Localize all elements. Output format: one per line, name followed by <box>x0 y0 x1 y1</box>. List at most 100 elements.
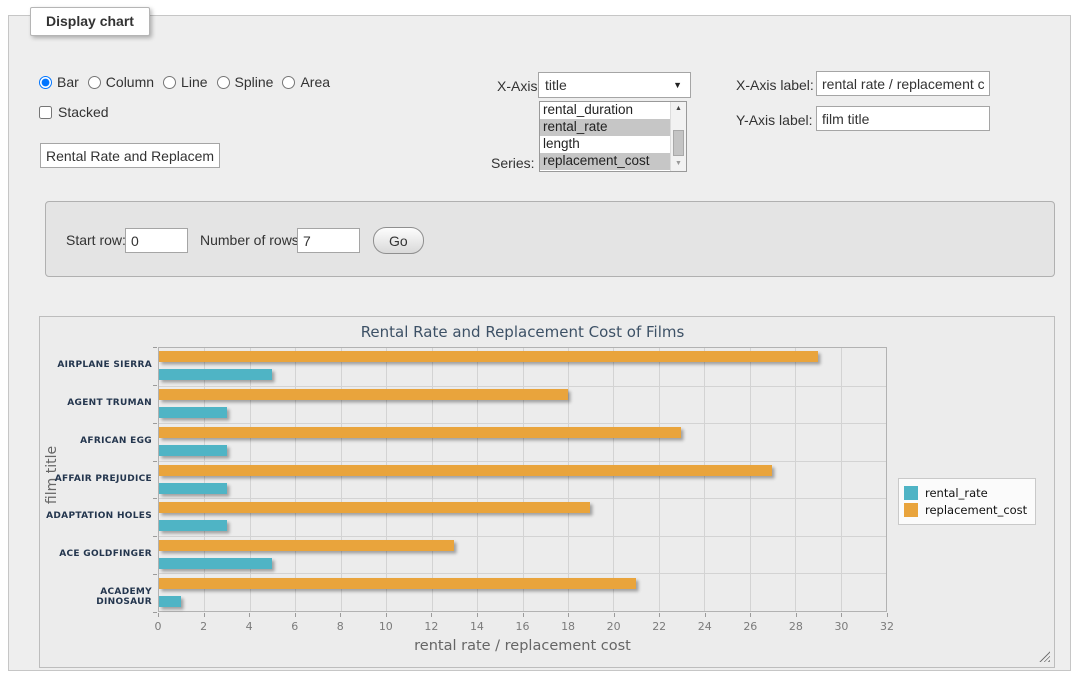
x-tick-label: 26 <box>743 620 757 633</box>
bar-rental_rate <box>159 369 272 380</box>
chart-title-input[interactable] <box>40 143 220 168</box>
series-multiselect[interactable]: rental_durationrental_ratelengthreplacem… <box>539 101 687 172</box>
radio-line[interactable] <box>163 76 176 89</box>
legend-label: rental_rate <box>925 486 988 500</box>
x-axis-select[interactable]: title ▼ <box>538 72 691 98</box>
x-tick-mark <box>158 613 159 617</box>
gridline-v <box>432 348 433 611</box>
x-tick-label: 6 <box>291 620 298 633</box>
gridline-h <box>159 386 886 387</box>
y-tick-mark <box>153 574 157 575</box>
chart-type-option-area[interactable]: Area <box>282 74 330 90</box>
bar-replacement_cost <box>159 389 568 400</box>
chart-legend: rental_rate replacement_cost <box>898 478 1036 525</box>
series-scrollbar[interactable]: ▲ ▼ <box>670 102 686 171</box>
y-tick-mark <box>153 385 157 386</box>
num-rows-input[interactable] <box>297 228 360 253</box>
legend-label: replacement_cost <box>925 503 1027 517</box>
y-tick-mark <box>153 423 157 424</box>
gridline-v <box>750 348 751 611</box>
y-tick-mark <box>153 461 157 462</box>
x-tick-mark <box>750 613 751 617</box>
gridline-v <box>341 348 342 611</box>
x-tick-mark <box>568 613 569 617</box>
go-button[interactable]: Go <box>373 227 424 254</box>
series-option-rental_rate[interactable]: rental_rate <box>540 119 670 136</box>
x-tick-mark <box>204 613 205 617</box>
num-rows-label: Number of rows: <box>200 232 303 248</box>
series-option-length[interactable]: length <box>540 136 670 153</box>
x-tick-mark <box>249 613 250 617</box>
x-tick-label: 4 <box>246 620 253 633</box>
category-label: ADAPTATION HOLES <box>42 511 152 521</box>
radio-label: Area <box>300 74 330 90</box>
x-tick-label: 0 <box>155 620 162 633</box>
y-tick-mark <box>153 612 157 613</box>
y-axis-label-input[interactable] <box>816 106 990 131</box>
x-tick-label: 22 <box>652 620 666 633</box>
bar-replacement_cost <box>159 502 590 513</box>
x-axis-title: rental rate / replacement cost <box>158 638 887 654</box>
x-tick-label: 28 <box>789 620 803 633</box>
display-chart-fieldset: BarColumnLineSplineArea Stacked X-Axis: … <box>8 15 1071 671</box>
chart-type-option-column[interactable]: Column <box>88 74 154 90</box>
category-label: ACE GOLDFINGER <box>42 549 152 559</box>
gridline-h <box>159 536 886 537</box>
bar-rental_rate <box>159 596 181 607</box>
x-tick-label: 16 <box>516 620 530 633</box>
legend-swatch <box>904 486 918 500</box>
x-tick-label: 20 <box>607 620 621 633</box>
x-tick-label: 12 <box>424 620 438 633</box>
start-row-input[interactable] <box>125 228 188 253</box>
chevron-down-icon: ▼ <box>673 80 682 90</box>
chart-type-option-line[interactable]: Line <box>163 74 207 90</box>
category-label: AIRPLANE SIERRA <box>42 360 152 370</box>
stacked-checkbox[interactable] <box>39 106 52 119</box>
x-tick-label: 30 <box>834 620 848 633</box>
chart-type-radio-group: Bar Column Line Spline Area <box>39 74 339 90</box>
x-tick-mark <box>887 613 888 617</box>
y-tick-mark <box>153 347 157 348</box>
gridline-h <box>159 461 886 462</box>
radio-label: Spline <box>235 74 274 90</box>
category-label: AFFAIR PREJUDICE <box>42 474 152 484</box>
category-label: AGENT TRUMAN <box>42 398 152 408</box>
series-option-replacement_cost[interactable]: replacement_cost <box>540 153 670 170</box>
legend-swatch <box>904 503 918 517</box>
x-tick-mark <box>705 613 706 617</box>
radio-bar[interactable] <box>39 76 52 89</box>
radio-label: Bar <box>57 74 79 90</box>
radio-label: Line <box>181 74 207 90</box>
bar-replacement_cost <box>159 351 818 362</box>
x-tick-label: 24 <box>698 620 712 633</box>
chart-type-option-spline[interactable]: Spline <box>217 74 274 90</box>
x-tick-mark <box>796 613 797 617</box>
radio-column[interactable] <box>88 76 101 89</box>
y-axis-label-label: Y-Axis label: <box>736 112 813 128</box>
gridline-h <box>159 423 886 424</box>
chart-type-option-bar[interactable]: Bar <box>39 74 79 90</box>
resize-handle-icon[interactable] <box>1039 651 1050 662</box>
bar-replacement_cost <box>159 465 772 476</box>
gridline-v <box>795 348 796 611</box>
x-tick-label: 14 <box>470 620 484 633</box>
bar-rental_rate <box>159 558 272 569</box>
x-axis-selected-value: title <box>545 77 567 93</box>
x-axis-label-input[interactable] <box>816 71 990 96</box>
radio-spline[interactable] <box>217 76 230 89</box>
x-tick-mark <box>386 613 387 617</box>
series-label-text: Series: <box>491 155 535 171</box>
scroll-down-icon[interactable]: ▼ <box>671 157 686 171</box>
x-tick-label: 10 <box>379 620 393 633</box>
series-option-rental_duration[interactable]: rental_duration <box>540 102 670 119</box>
scroll-up-icon[interactable]: ▲ <box>671 102 686 116</box>
scrollbar-thumb[interactable] <box>673 130 684 156</box>
bar-rental_rate <box>159 520 227 531</box>
x-axis-label-label: X-Axis label: <box>736 77 814 93</box>
radio-area[interactable] <box>282 76 295 89</box>
category-label: AFRICAN EGG <box>42 436 152 446</box>
gridline-v <box>841 348 842 611</box>
x-tick-label: 8 <box>337 620 344 633</box>
gridline-h <box>159 498 886 499</box>
x-tick-mark <box>431 613 432 617</box>
